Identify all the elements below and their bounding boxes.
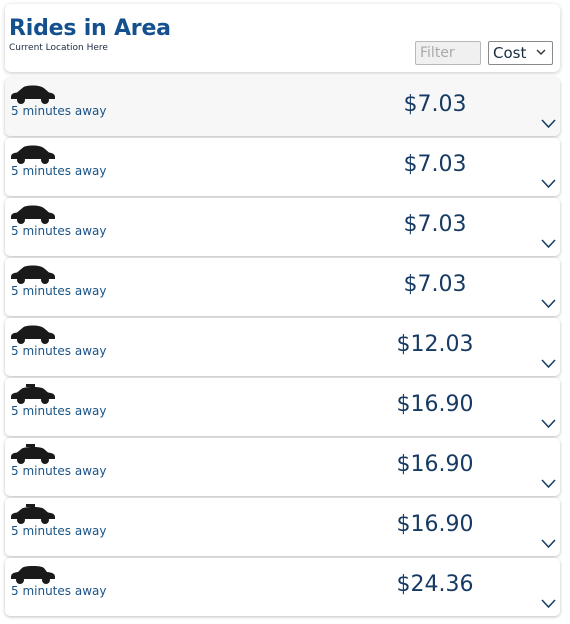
taxi-icon bbox=[11, 444, 55, 464]
ride-card[interactable]: 5 minutes away $16.90 bbox=[5, 498, 560, 556]
current-location-label: Current Location Here bbox=[9, 43, 108, 53]
filter-input[interactable] bbox=[415, 41, 481, 65]
ride-list: 5 minutes away $7.03 5 minutes away $7.0… bbox=[5, 78, 560, 618]
chevron-down-icon[interactable] bbox=[541, 598, 556, 609]
sedan-icon bbox=[11, 265, 55, 284]
ride-eta: 5 minutes away bbox=[11, 524, 107, 538]
ride-price: $7.03 bbox=[403, 272, 467, 297]
sedan-icon bbox=[11, 145, 55, 164]
ride-eta: 5 minutes away bbox=[11, 224, 107, 238]
ride-card[interactable]: 5 minutes away $7.03 bbox=[5, 258, 560, 316]
chevron-down-icon[interactable] bbox=[541, 118, 556, 129]
chevron-down-icon[interactable] bbox=[541, 178, 556, 189]
chevron-down-icon[interactable] bbox=[541, 238, 556, 249]
chevron-down-icon[interactable] bbox=[541, 538, 556, 549]
chevron-down-icon bbox=[536, 49, 546, 55]
sort-select-value: Cost bbox=[493, 44, 527, 62]
taxi-icon bbox=[11, 384, 55, 404]
ride-eta: 5 minutes away bbox=[11, 404, 107, 418]
ride-card[interactable]: 5 minutes away $7.03 bbox=[5, 78, 560, 136]
ride-eta: 5 minutes away bbox=[11, 344, 107, 358]
ride-price: $7.03 bbox=[403, 152, 467, 177]
sedan-icon bbox=[11, 205, 55, 224]
sort-select[interactable]: Cost bbox=[488, 41, 553, 65]
ride-price: $16.90 bbox=[396, 512, 474, 537]
ride-price: $7.03 bbox=[403, 92, 467, 117]
sedan-icon bbox=[11, 85, 55, 104]
ride-eta: 5 minutes away bbox=[11, 104, 107, 118]
ride-card[interactable]: 5 minutes away $16.90 bbox=[5, 438, 560, 496]
luxury-car-icon bbox=[11, 566, 55, 584]
page-title: Rides in Area bbox=[9, 16, 171, 41]
chevron-down-icon[interactable] bbox=[541, 478, 556, 489]
chevron-down-icon[interactable] bbox=[541, 418, 556, 429]
ride-card[interactable]: 5 minutes away $12.03 bbox=[5, 318, 560, 376]
ride-price: $16.90 bbox=[396, 392, 474, 417]
ride-card[interactable]: 5 minutes away $24.36 bbox=[5, 558, 560, 616]
ride-eta: 5 minutes away bbox=[11, 584, 107, 598]
ride-card[interactable]: 5 minutes away $7.03 bbox=[5, 198, 560, 256]
ride-eta: 5 minutes away bbox=[11, 284, 107, 298]
sedan-icon bbox=[11, 325, 55, 344]
taxi-icon bbox=[11, 504, 55, 524]
ride-card[interactable]: 5 minutes away $7.03 bbox=[5, 138, 560, 196]
chevron-down-icon[interactable] bbox=[541, 358, 556, 369]
ride-eta: 5 minutes away bbox=[11, 164, 107, 178]
header-card: Rides in Area Current Location Here Cost bbox=[5, 4, 560, 72]
ride-card[interactable]: 5 minutes away $16.90 bbox=[5, 378, 560, 436]
ride-price: $24.36 bbox=[396, 572, 474, 597]
ride-price: $7.03 bbox=[403, 212, 467, 237]
ride-eta: 5 minutes away bbox=[11, 464, 107, 478]
ride-price: $16.90 bbox=[396, 452, 474, 477]
ride-price: $12.03 bbox=[396, 332, 474, 357]
chevron-down-icon[interactable] bbox=[541, 298, 556, 309]
